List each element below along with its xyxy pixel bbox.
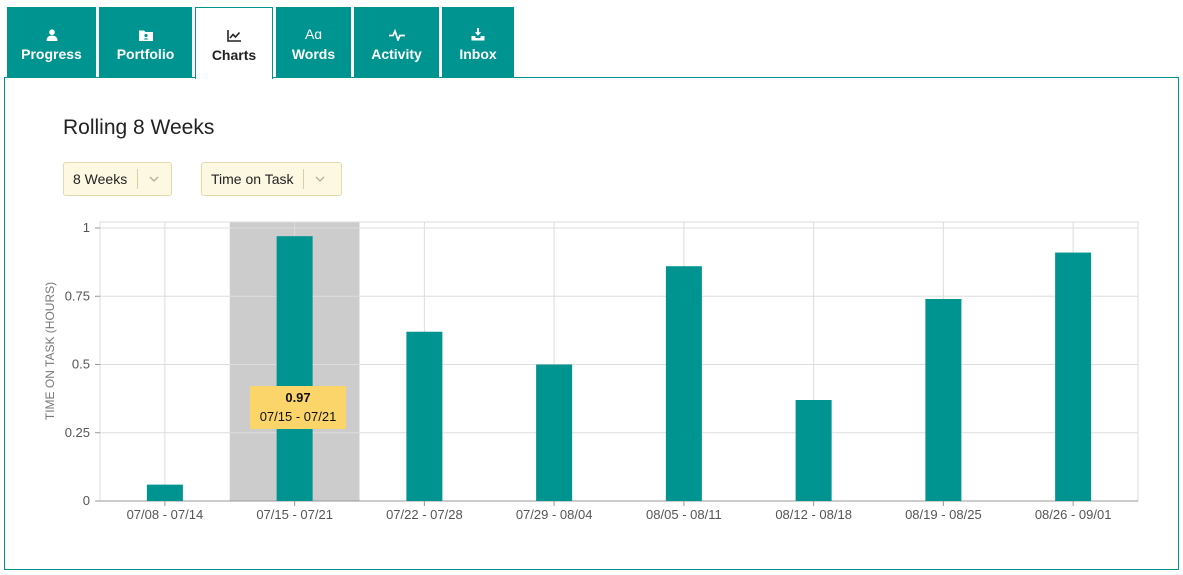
y-tick-label: 0.5 bbox=[72, 357, 90, 372]
tooltip-range: 07/15 - 07/21 bbox=[259, 409, 337, 424]
bar bbox=[925, 298, 962, 501]
y-tick-label: 1 bbox=[83, 220, 90, 235]
bar bbox=[665, 266, 702, 501]
line-chart-icon bbox=[227, 24, 241, 42]
y-tick-label: 0.75 bbox=[65, 288, 90, 303]
x-tick-label: 07/22 - 07/28 bbox=[386, 507, 463, 522]
y-tick-label: 0.25 bbox=[65, 425, 90, 440]
x-tick-label: 08/12 - 08/18 bbox=[775, 507, 852, 522]
x-tick-label: 08/05 - 08/11 bbox=[646, 507, 722, 522]
x-tick-label: 08/19 - 08/25 bbox=[905, 507, 982, 522]
bar bbox=[536, 364, 573, 501]
time-on-task-chart: 07/08 - 07/14 07/15 - 07/21 07/22 - 07/28 0… bbox=[43, 220, 1139, 522]
x-tick-label: 07/29 - 08/04 bbox=[516, 507, 593, 522]
bar bbox=[795, 399, 832, 501]
bar-tooltip: 0.97 07/15 - 07/21 bbox=[250, 386, 346, 429]
y-axis-label: TIME ON TASK (HOURS) bbox=[43, 282, 57, 420]
bar bbox=[406, 331, 443, 501]
tooltip-value: 0.97 bbox=[285, 390, 311, 405]
bar bbox=[1055, 252, 1092, 501]
x-tick-label: 08/26 - 09/01 bbox=[1035, 507, 1112, 522]
x-tick-label: 07/08 - 07/14 bbox=[127, 507, 204, 522]
x-tick-label: 07/15 - 07/21 bbox=[256, 507, 333, 522]
tab-charts-label: Charts bbox=[211, 47, 257, 63]
bar bbox=[146, 484, 183, 501]
tab-charts[interactable]: Charts bbox=[195, 7, 273, 79]
bar bbox=[276, 236, 313, 501]
y-tick-label: 0 bbox=[83, 493, 90, 508]
